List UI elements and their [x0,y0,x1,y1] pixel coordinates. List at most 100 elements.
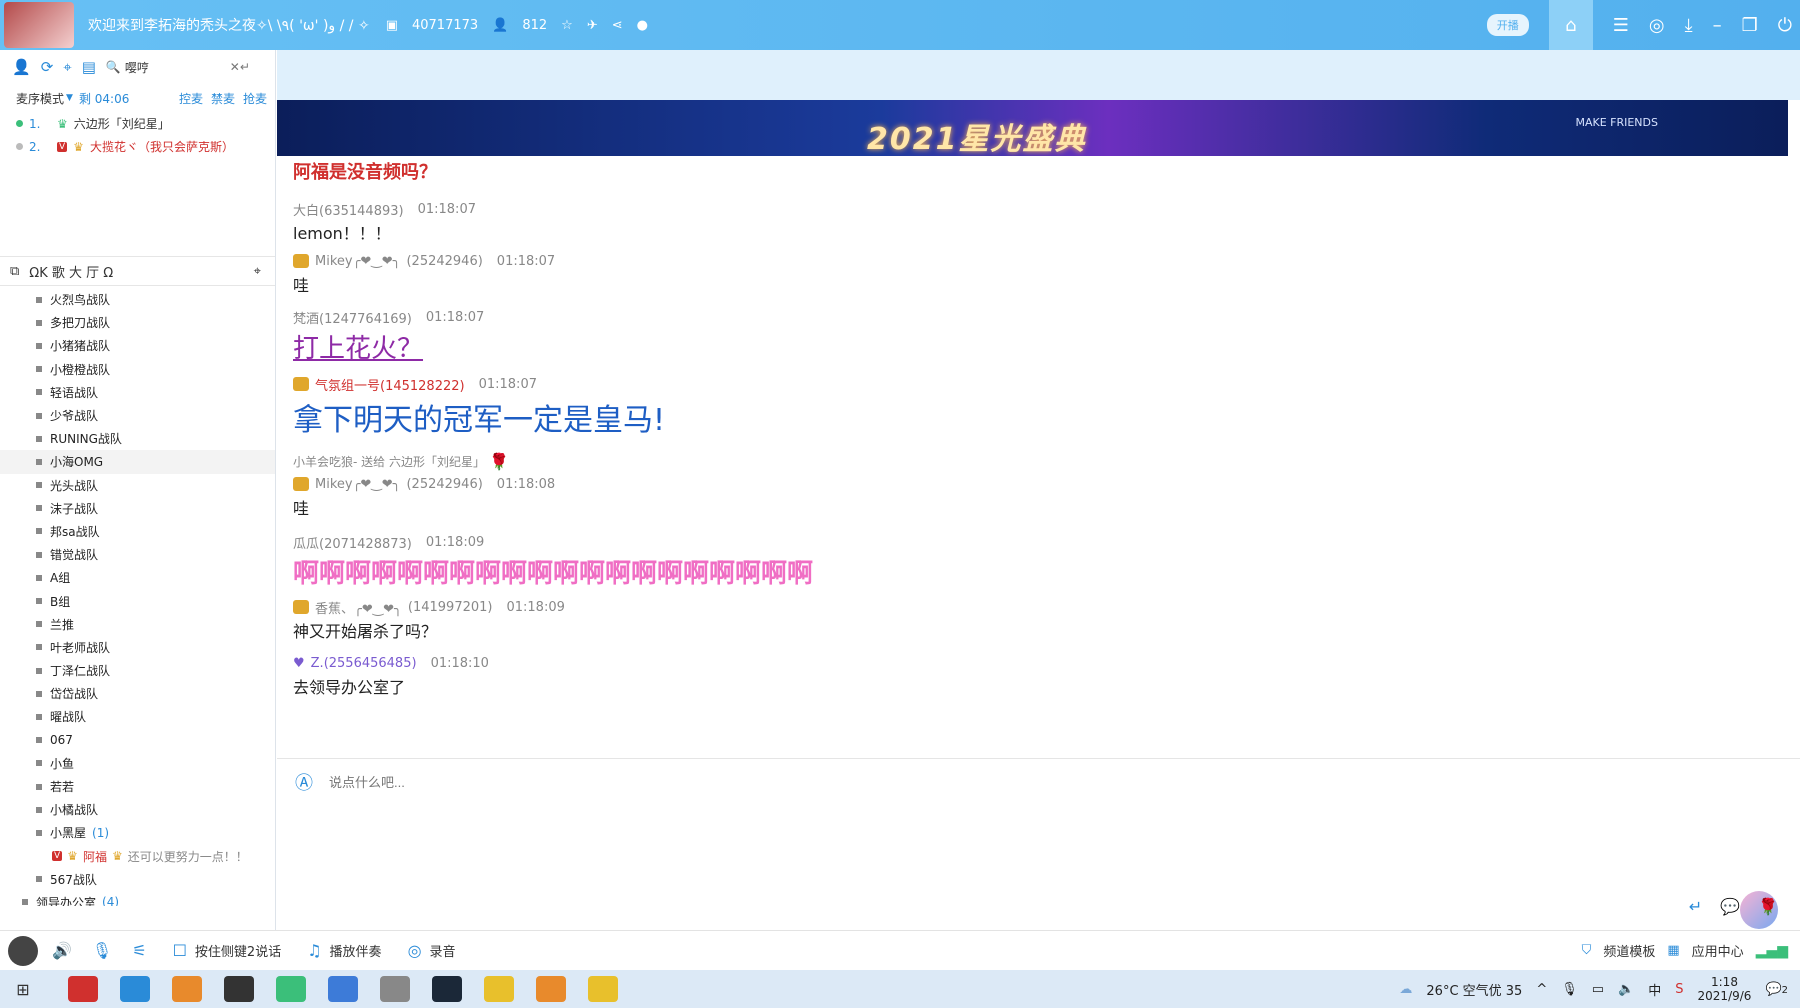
channel-item[interactable]: 567战队 [0,868,275,891]
channel-item[interactable]: 小鱼 [0,752,275,775]
channel-item[interactable]: 兰推 [0,613,275,636]
windows-start-icon[interactable]: ⊞ [0,970,46,1008]
search-input[interactable]: 嘤哼 [125,59,149,76]
channel-user[interactable]: V ♛ 阿福 ♛ 还可以更努力一点！！ [0,845,275,868]
channel-item[interactable]: 小橘战队 [0,798,275,821]
gamepad-icon[interactable]: ◎ [1649,15,1665,36]
location-icon[interactable]: ⌖ [63,58,71,76]
sogou-icon[interactable]: S [1675,982,1683,997]
checkbox-icon[interactable]: ☐ [173,941,187,960]
sender-name[interactable]: 瓜瓜(2071428873) [293,533,412,552]
grid-icon[interactable]: ▦ [1667,943,1679,958]
translate-icon[interactable]: Ⓐ [295,769,313,795]
minimize-icon[interactable]: – [1713,15,1722,36]
template-icon[interactable]: ⛉ [1582,943,1592,958]
home-icon[interactable]: ⌂ [1548,0,1593,50]
channel-item[interactable]: 叶老师战队 [0,636,275,659]
queue-link-control[interactable]: 控麦 [179,90,203,107]
send-icon[interactable]: ↵ [1689,897,1702,916]
app-orange-icon[interactable] [172,976,202,1002]
plane-icon[interactable]: ✈ [587,18,598,33]
avatar[interactable] [8,935,38,966]
channel-item[interactable]: 小黑屋 (1) [0,821,275,844]
star-icon[interactable]: ☆ [561,18,573,33]
sender-name[interactable]: Mikey╭❤‿❤╮ [315,477,400,492]
queue-item[interactable]: 1. ♛ 六边形「刘纪星」 [16,112,275,135]
channel-item[interactable]: 小橙橙战队 [0,358,275,381]
sender-name[interactable]: 梵酒(1247764169) [293,308,412,327]
mic-icon[interactable]: 🎙 [92,941,112,960]
download-icon[interactable]: ⤓ [1685,15,1693,36]
chevron-down-icon[interactable]: ▼ [66,93,73,103]
queue-item[interactable]: 2. V ♛ 大揽花ヾ（我只会萨克斯） [16,135,275,158]
record-button[interactable]: ◎ 录音 [408,941,456,960]
speaker-icon[interactable]: 🔊 [52,941,72,960]
channel-item[interactable]: A组 [0,566,275,589]
yy-icon[interactable] [588,976,618,1002]
channel-item[interactable]: 多把刀战队 [0,311,275,334]
channel-item[interactable]: 领导办公室 (4) [0,891,275,906]
ime-indicator[interactable]: 中 [1648,980,1661,999]
netease-music-icon[interactable] [68,976,98,1002]
sender-name[interactable]: 大白(635144893) [293,200,404,219]
app-orange2-icon[interactable] [536,976,566,1002]
app-s-icon[interactable] [120,976,150,1002]
channel-item[interactable]: 错觉战队 [0,543,275,566]
sender-name[interactable]: Mikey╭❤‿❤╮ [315,254,400,269]
mic-tray-icon[interactable]: 🎙 [1561,982,1578,997]
channel-item[interactable]: 若若 [0,775,275,798]
info-icon[interactable]: ● [637,18,648,33]
channel-item[interactable]: RUNING战队 [0,427,275,450]
play-music-button[interactable]: ♫ 播放伴奏 [307,941,381,960]
expand-icon[interactable]: ⧉ [10,264,19,279]
channel-item[interactable]: 丁泽仁战队 [0,659,275,682]
volume-icon[interactable]: 🔈 [1618,982,1634,997]
app-blue-icon[interactable] [328,976,358,1002]
channel-item[interactable]: 火烈鸟战队 [0,288,275,311]
steam-icon[interactable] [432,976,462,1002]
channel-item[interactable]: 沫子战队 [0,497,275,520]
queue-link-grab[interactable]: 抢麦 [243,90,267,107]
channel-item[interactable]: 曜战队 [0,705,275,728]
app-center[interactable]: 应用中心 [1692,941,1744,960]
channel-item[interactable]: 少爷战队 [0,404,275,427]
queue-link-ban[interactable]: 禁麦 [211,90,235,107]
weather-text[interactable]: 26°C 空气优 35 [1426,980,1522,999]
chat-input[interactable] [329,774,829,790]
search-box[interactable]: 🔍 嘤哼 ✕↵ [106,59,256,76]
queue-mode[interactable]: 麦序模式 [16,90,64,107]
sender-name[interactable]: Z.(2556456485) [311,656,417,671]
network-icon[interactable]: ▭ [1592,982,1604,997]
equalizer-icon[interactable]: ⚟ [132,941,146,960]
sender-name[interactable]: 气氛组一号(145128222) [315,375,465,394]
channel-item[interactable]: 光头战队 [0,474,275,497]
channel-item[interactable]: 067 [0,729,275,752]
channel-item[interactable]: 轻语战队 [0,381,275,404]
live-button[interactable]: 开播 [1486,14,1529,36]
notification-icon[interactable]: 💬2 [1765,982,1788,997]
channel-item[interactable]: B组 [0,589,275,612]
close-search-icon[interactable]: ✕↵ [230,60,250,74]
refresh-icon[interactable]: ⟳ [41,58,54,76]
sender-name[interactable]: 香蕉、╭❤‿❤╮ [315,598,402,617]
list-icon[interactable]: ☰ [1613,15,1629,36]
channel-item[interactable]: 小海OMG [0,450,275,474]
pin-icon[interactable]: ⌖ [254,264,261,279]
user-icon[interactable]: 👤 [12,58,31,76]
tray-up-icon[interactable]: ^ [1536,982,1547,997]
event-banner[interactable]: 2021星光盛典 MAKE FRIENDS [277,100,1788,156]
app-gray-icon[interactable] [380,976,410,1002]
clock[interactable]: 1:18 2021/9/6 [1698,975,1752,1003]
channel-logo[interactable] [4,2,74,48]
chrome-icon[interactable] [276,976,306,1002]
channel-item[interactable]: 小猪猪战队 [0,334,275,357]
rose-icon[interactable]: 🌹 [1758,897,1778,916]
channel-item[interactable]: 岱岱战队 [0,682,275,705]
channel-item[interactable]: 邦sa战队 [0,520,275,543]
obs-icon[interactable] [224,976,254,1002]
restore-icon[interactable]: ❐ [1742,15,1758,36]
bubble-icon[interactable]: 💬 [1720,897,1740,916]
app-yellow-icon[interactable] [484,976,514,1002]
share-icon[interactable]: ⋖ [612,18,623,33]
power-icon[interactable]: ⏻ [1778,15,1792,36]
